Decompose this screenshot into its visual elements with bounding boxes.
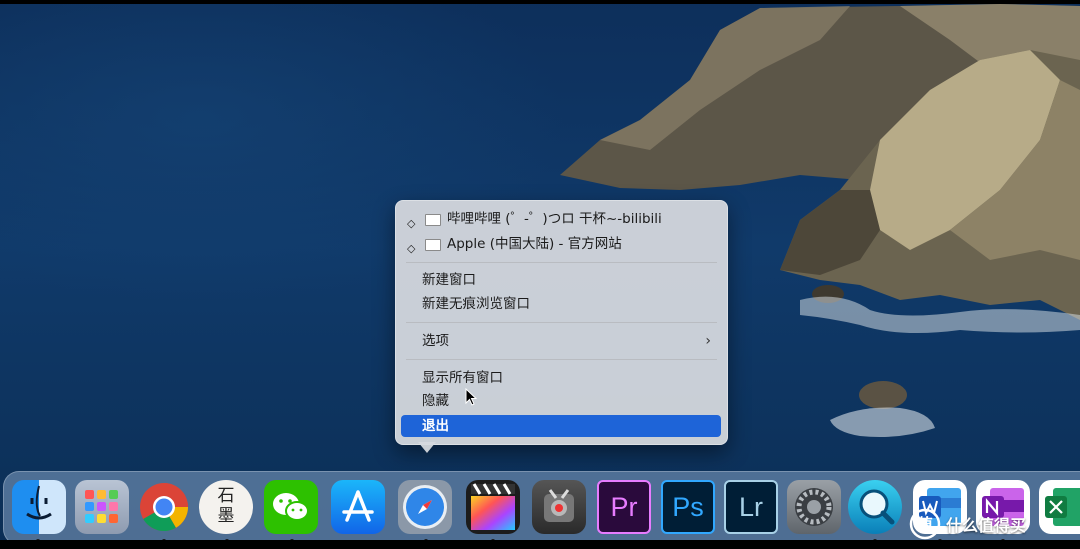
menu-separator <box>406 359 717 360</box>
menu-item-new-private-window[interactable]: 新建无痕浏览窗口 <box>401 293 721 315</box>
menu-separator <box>406 262 717 263</box>
safari-icon[interactable] <box>398 480 452 534</box>
app-store-icon[interactable] <box>331 480 385 534</box>
menu-item-label: 选项 <box>422 333 449 349</box>
lightroom-label: Lr <box>738 492 763 522</box>
premiere-icon[interactable]: Pr <box>597 480 651 534</box>
diamond-icon: ◇ <box>407 242 416 255</box>
svg-text:值: 值 <box>917 515 933 534</box>
lightroom-icon[interactable]: Lr <box>724 480 778 534</box>
watermark-logo-icon: 值 <box>909 508 941 540</box>
menu-item-quit[interactable]: 退出 <box>401 415 721 437</box>
watermark-text: 什么值得买 <box>946 516 1027 535</box>
top-letterbox <box>0 0 1080 4</box>
menu-item-new-window[interactable]: 新建窗口 <box>401 269 721 291</box>
menu-window-item-apple[interactable]: ◇ Apple (中国大陆) - 官方网站 <box>401 233 721 255</box>
diamond-icon: ◇ <box>407 217 416 230</box>
wechat-icon[interactable] <box>264 480 318 534</box>
menu-item-label: 退出 <box>422 418 449 434</box>
shimo-icon[interactable]: 石墨 <box>199 480 253 534</box>
quicktime-icon[interactable] <box>848 480 902 534</box>
finder-icon[interactable] <box>12 480 66 534</box>
photoshop-label: Ps <box>672 492 704 522</box>
window-icon <box>425 214 441 226</box>
menu-window-label: 哔哩哔哩 (゜-゜)つロ 干杯~-bilibili <box>447 211 662 227</box>
menu-item-label: 新建无痕浏览窗口 <box>422 296 530 312</box>
premiere-label: Pr <box>610 492 638 522</box>
menu-item-options[interactable]: 选项 › <box>401 330 721 352</box>
menu-window-label: Apple (中国大陆) - 官方网站 <box>447 236 622 252</box>
menu-item-label: 显示所有窗口 <box>422 370 503 386</box>
menu-item-show-all-windows[interactable]: 显示所有窗口 <box>401 367 721 389</box>
chrome-icon[interactable] <box>137 480 191 534</box>
menu-item-label: 新建窗口 <box>422 272 476 288</box>
menu-item-hide[interactable]: 隐藏 <box>401 390 721 412</box>
safari-dock-context-menu: ◇ 哔哩哔哩 (゜-゜)つロ 干杯~-bilibili ◇ Apple (中国大… <box>395 200 728 445</box>
system-preferences-icon[interactable] <box>787 480 841 534</box>
menu-window-item-bilibili[interactable]: ◇ 哔哩哔哩 (゜-゜)つロ 干杯~-bilibili <box>401 208 721 230</box>
chevron-right-icon: › <box>705 333 711 349</box>
bottom-letterbox <box>0 540 1080 549</box>
compressor-icon[interactable] <box>532 480 586 534</box>
mouse-cursor-icon <box>465 388 478 406</box>
excel-icon[interactable] <box>1039 480 1080 534</box>
window-icon <box>425 239 441 251</box>
launchpad-icon[interactable] <box>75 480 129 534</box>
menu-separator <box>406 322 717 323</box>
menu-item-label: 隐藏 <box>422 393 449 409</box>
final-cut-pro-icon[interactable] <box>466 480 520 534</box>
photoshop-icon[interactable]: Ps <box>661 480 715 534</box>
shimo-label: 石墨 <box>217 486 235 526</box>
menu-pointer <box>418 442 436 453</box>
